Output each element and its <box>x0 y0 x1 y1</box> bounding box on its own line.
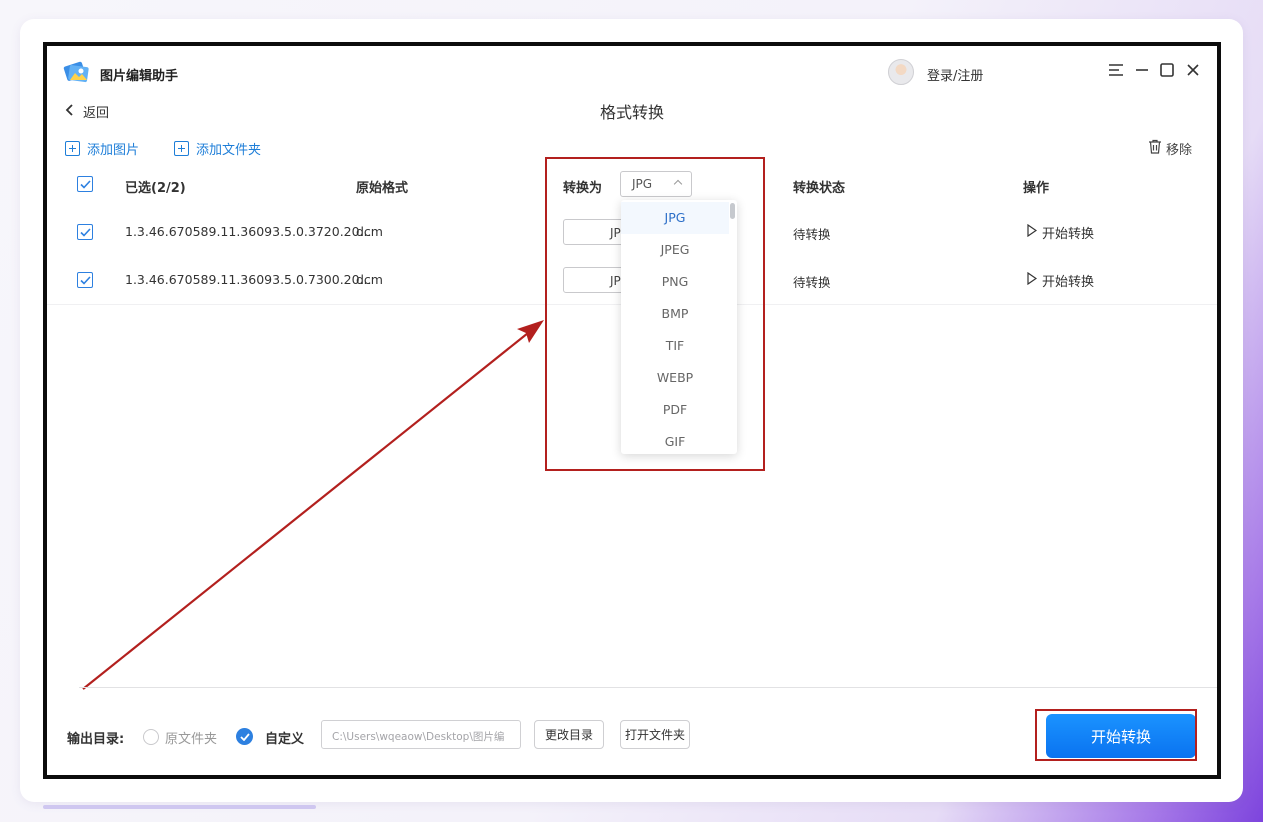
radio-custom[interactable] <box>236 728 253 745</box>
check-icon <box>239 732 250 741</box>
radio-original-label[interactable]: 原文件夹 <box>165 728 217 747</box>
output-path-input[interactable]: C:\Users\wqeaow\Desktop\图片编 <box>321 720 521 749</box>
change-dir-button[interactable]: 更改目录 <box>534 720 604 749</box>
card-underline <box>43 805 316 809</box>
output-dir-label: 输出目录: <box>67 732 125 747</box>
radio-custom-label[interactable]: 自定义 <box>265 728 304 747</box>
radio-original-folder[interactable] <box>143 729 159 745</box>
open-folder-button[interactable]: 打开文件夹 <box>620 720 690 749</box>
highlight-frame-start <box>1035 709 1197 761</box>
app-window: 图片编辑助手 登录/注册 返回 格式转换 添加图片 添加文件夹 移除 已选(2/… <box>43 42 1221 779</box>
annotation-arrow <box>82 320 544 690</box>
bottom-divider <box>79 687 1217 688</box>
